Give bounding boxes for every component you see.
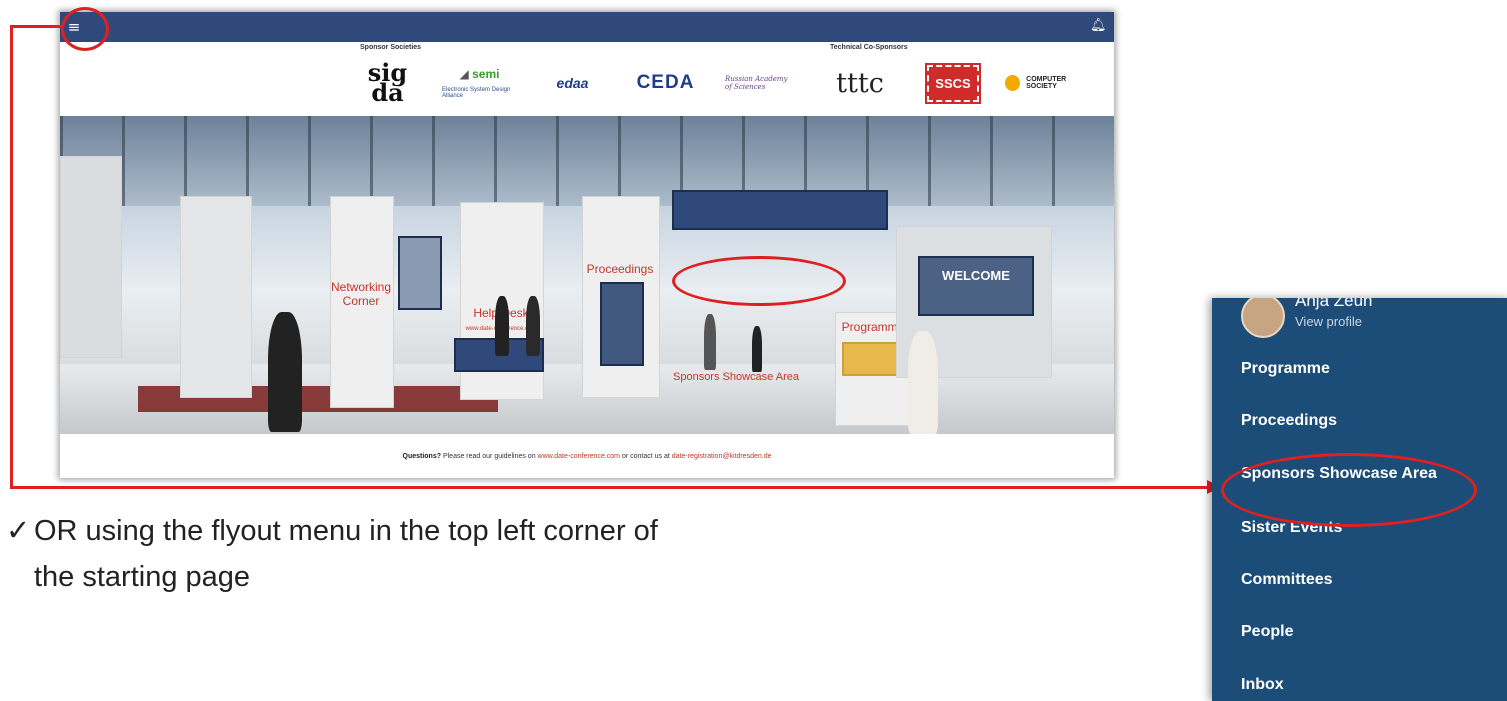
caption: ✓ OR using the flyout menu in the top lef… xyxy=(6,508,1106,600)
sponsors-showcase-area-label[interactable]: Sponsors Showcase Area xyxy=(673,371,799,383)
user-name: Anja Zeun xyxy=(1295,298,1373,310)
staff-figure xyxy=(495,296,509,356)
visitor-figure xyxy=(704,314,716,370)
menu-highlight-circle xyxy=(61,7,109,51)
wall-panel xyxy=(180,196,252,398)
glass-roof xyxy=(60,116,1114,206)
sscs-logo-text: SSCS xyxy=(925,62,981,104)
check-icon: ✓ xyxy=(6,515,31,547)
menu-item-committees[interactable]: Committees xyxy=(1241,571,1333,589)
footer: Questions? Please read our guidelines on… xyxy=(60,436,1114,478)
caption-line-1: OR using the flyout menu in the top left… xyxy=(34,515,658,547)
visitor-figure xyxy=(908,331,938,434)
menu-item-sister-events[interactable]: Sister Events xyxy=(1241,519,1342,537)
top-bar: ≡ 🔔︎ xyxy=(60,12,1114,42)
callout-line xyxy=(10,486,1210,489)
semi-logo[interactable]: ◢ semi Electronic System Design Alliance xyxy=(442,56,517,110)
profile-header[interactable]: Anja Zeun View profile xyxy=(1212,298,1507,340)
view-profile-link[interactable]: View profile xyxy=(1295,314,1362,329)
visitor-figure xyxy=(752,326,762,372)
ieee-dot-icon xyxy=(1005,75,1021,91)
footer-text: Please read our guidelines on xyxy=(441,453,538,460)
conference-start-page: ≡ 🔔︎ Sponsor Societies Technical Co-Spon… xyxy=(60,12,1114,478)
caption-line-2: the starting page xyxy=(34,561,251,593)
sscs-logo[interactable]: SSCS xyxy=(925,56,981,110)
footer-questions: Questions? xyxy=(402,453,442,460)
tttc-logo[interactable]: tttc xyxy=(820,56,900,110)
computer-society-text: COMPUTER SOCIETY xyxy=(1026,76,1067,90)
menu-item-inbox[interactable]: Inbox xyxy=(1241,676,1284,694)
footer-email-link[interactable]: date-registration@kitdresden.de xyxy=(672,453,772,460)
proceedings-banner xyxy=(600,282,644,366)
esd-logo-text: Electronic System Design Alliance xyxy=(442,87,511,99)
footer-text: or contact us at xyxy=(620,453,672,460)
sigda-logo[interactable]: sig da xyxy=(360,56,415,110)
menu-item-proceedings[interactable]: Proceedings xyxy=(1241,412,1337,430)
academy-logo[interactable]: Russian Academy of Sciences xyxy=(725,56,795,110)
sponsor-societies-label: Sponsor Societies xyxy=(360,44,422,51)
info-screen xyxy=(398,236,442,310)
networking-corner-label: Networking Corner xyxy=(330,280,392,308)
left-wall xyxy=(60,156,122,358)
menu-item-people[interactable]: People xyxy=(1241,623,1293,641)
callout-line xyxy=(10,25,13,489)
sponsor-strip: Sponsor Societies Technical Co-Sponsors … xyxy=(60,42,1114,116)
computer-society-logo[interactable]: COMPUTER SOCIETY xyxy=(1005,56,1095,110)
staff-figure xyxy=(526,296,540,356)
ceda-logo[interactable]: CEDA xyxy=(628,56,703,110)
virtual-exhibition-hall: Networking Corner Help Desk www.date-con… xyxy=(60,116,1114,434)
welcome-screen: WELCOME xyxy=(918,256,1034,316)
menu-item-programme[interactable]: Programme xyxy=(1241,360,1330,378)
visitor-figure xyxy=(268,312,302,432)
proceedings-label: Proceedings xyxy=(586,262,654,276)
callout-line xyxy=(10,25,64,28)
bell-icon[interactable]: 🔔︎ xyxy=(1090,18,1107,34)
flyout-menu: Anja Zeun View profile Programme Proceed… xyxy=(1212,298,1507,701)
cosponsors-label: Technical Co-Sponsors xyxy=(830,44,908,51)
edaa-logo[interactable]: edaa xyxy=(535,56,610,110)
semi-logo-text: ◢ semi xyxy=(459,67,500,81)
footer-website-link[interactable]: www.date-conference.com xyxy=(538,453,620,460)
menu-item-sponsors-showcase-area[interactable]: Sponsors Showcase Area xyxy=(1241,465,1437,483)
center-banner xyxy=(672,190,888,230)
avatar xyxy=(1241,298,1285,338)
